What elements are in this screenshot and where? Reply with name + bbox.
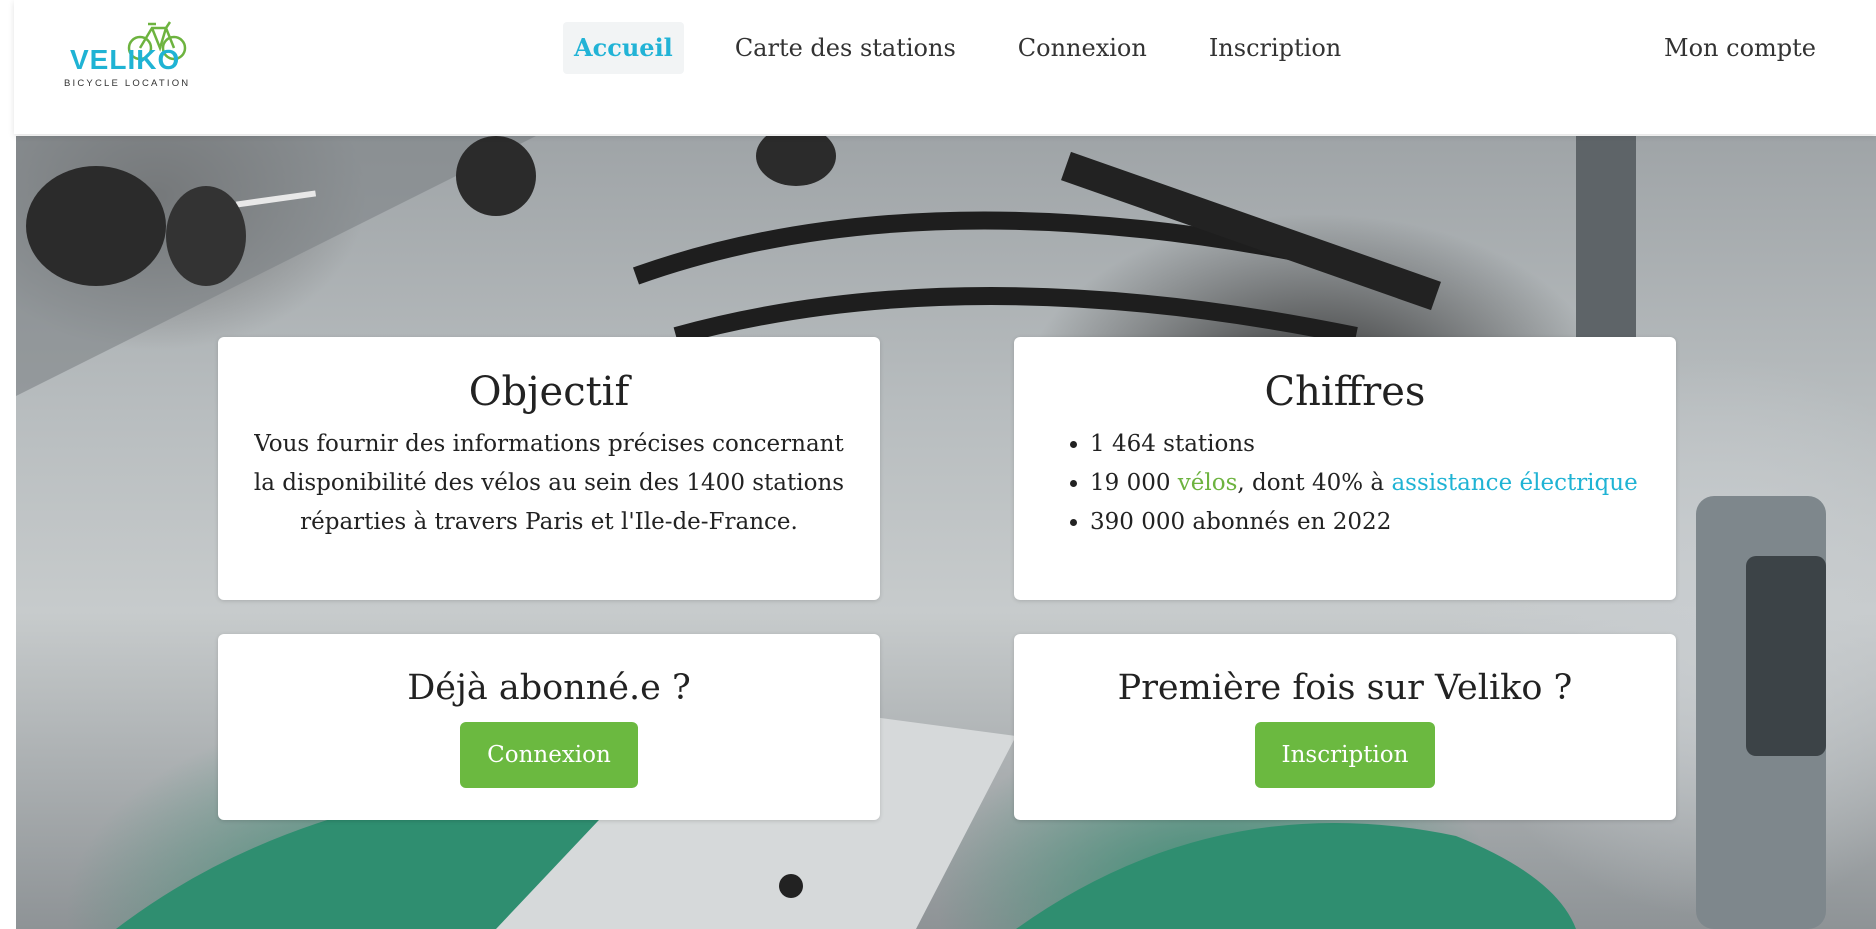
objectif-card: Objectif Vous fournir des informations p…: [218, 337, 880, 600]
assistance-electrique-link[interactable]: assistance électrique: [1391, 470, 1637, 496]
veliko-logo[interactable]: VELIKO BICYCLE LOCATION: [64, 14, 220, 94]
objectif-title: Objectif: [468, 369, 630, 415]
chiffres-velos: 19 000 vélos, dont 40% à assistance élec…: [1090, 464, 1676, 503]
chiffres-list: 1 464 stations 19 000 vélos, dont 40% à …: [1014, 425, 1676, 542]
chiffres-stations: 1 464 stations: [1090, 425, 1676, 464]
chiffres-abonnes: 390 000 abonnés en 2022: [1090, 503, 1676, 542]
connexion-button[interactable]: Connexion: [460, 722, 638, 788]
abonnes-count-text: 390 000 abonnés en 2022: [1090, 509, 1392, 535]
logo-tagline: BICYCLE LOCATION: [64, 78, 191, 89]
stations-count-text: 1 464 stations: [1090, 431, 1255, 457]
main-nav: Accueil Carte des stations Connexion Ins…: [563, 22, 1392, 74]
premiere-fois-card: Première fois sur Veliko ? Inscription: [1014, 634, 1676, 820]
chiffres-title: Chiffres: [1264, 369, 1426, 415]
objectif-text: Vous fournir des informations précises c…: [253, 431, 845, 535]
nav-connexion[interactable]: Connexion: [1007, 22, 1158, 74]
chiffres-card: Chiffres 1 464 stations 19 000 vélos, do…: [1014, 337, 1676, 600]
velos-prefix-text: 19 000: [1090, 470, 1178, 496]
deja-abonne-title: Déjà abonné.e ?: [407, 668, 691, 708]
deja-abonne-card: Déjà abonné.e ? Connexion: [218, 634, 880, 820]
top-navbar: VELIKO BICYCLE LOCATION Accueil Carte de…: [14, 0, 1876, 134]
nav-carte-des-stations[interactable]: Carte des stations: [724, 22, 967, 74]
nav-mon-compte[interactable]: Mon compte: [1664, 22, 1816, 74]
nav-accueil[interactable]: Accueil: [563, 22, 684, 74]
nav-inscription[interactable]: Inscription: [1198, 22, 1352, 74]
inscription-button[interactable]: Inscription: [1254, 722, 1436, 788]
velos-link[interactable]: vélos: [1178, 470, 1238, 496]
logo-wordmark: VELIKO: [70, 44, 181, 75]
velos-mid-text: , dont 40% à: [1237, 470, 1392, 496]
premiere-fois-title: Première fois sur Veliko ?: [1117, 668, 1573, 708]
